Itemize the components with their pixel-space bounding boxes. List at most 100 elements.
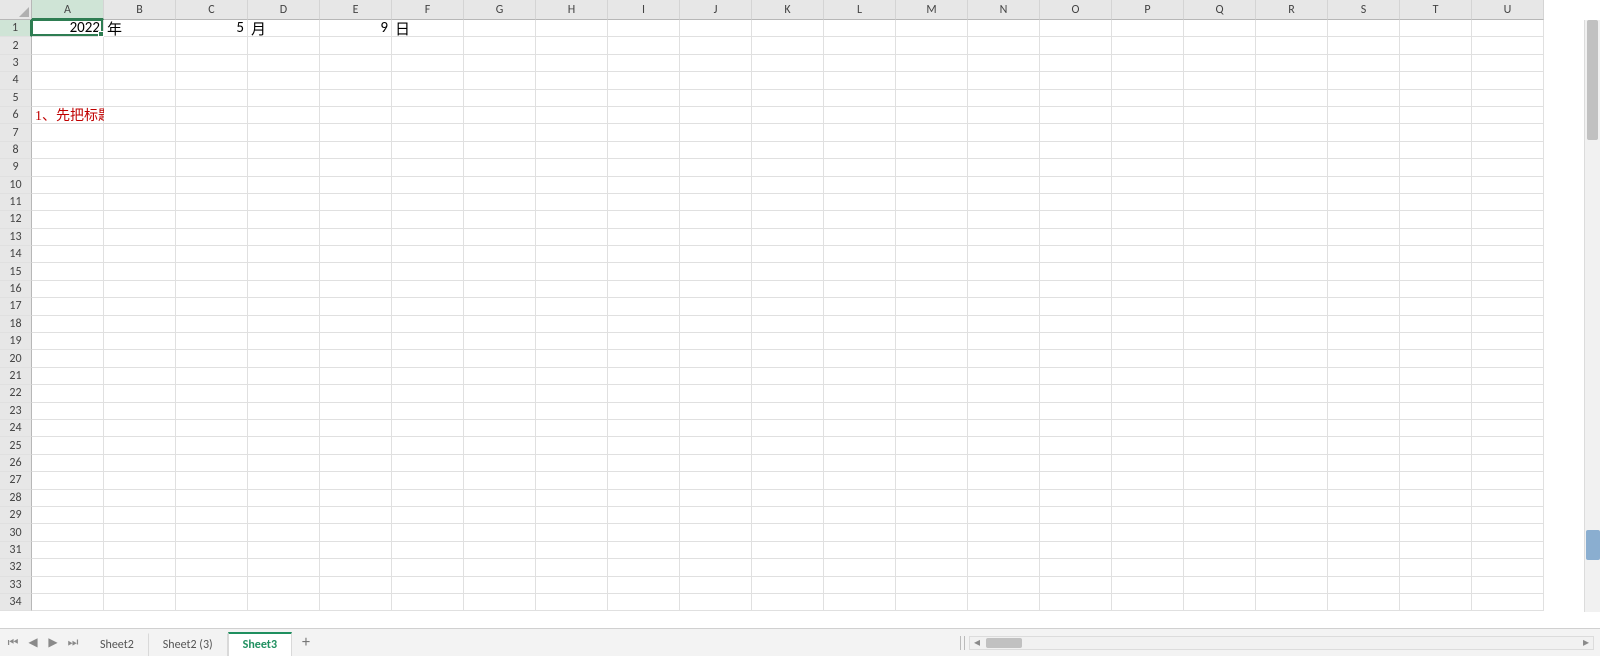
tab-nav-prev[interactable]: ◀ bbox=[26, 636, 40, 650]
cell-I13[interactable] bbox=[608, 229, 680, 246]
cell-I20[interactable] bbox=[608, 350, 680, 367]
cell-T26[interactable] bbox=[1400, 455, 1472, 472]
cell-K26[interactable] bbox=[752, 455, 824, 472]
cell-M29[interactable] bbox=[896, 507, 968, 524]
cell-R13[interactable] bbox=[1256, 229, 1328, 246]
cell-E31[interactable] bbox=[320, 542, 392, 559]
cell-R25[interactable] bbox=[1256, 437, 1328, 454]
cell-E10[interactable] bbox=[320, 177, 392, 194]
cell-P22[interactable] bbox=[1112, 385, 1184, 402]
cell-J20[interactable] bbox=[680, 350, 752, 367]
row-header-33[interactable]: 33 bbox=[0, 577, 32, 594]
cell-R21[interactable] bbox=[1256, 368, 1328, 385]
cell-H4[interactable] bbox=[536, 72, 608, 89]
cell-U14[interactable] bbox=[1472, 246, 1544, 263]
cell-U26[interactable] bbox=[1472, 455, 1544, 472]
cell-C32[interactable] bbox=[176, 559, 248, 576]
cell-H8[interactable] bbox=[536, 142, 608, 159]
cell-L15[interactable] bbox=[824, 263, 896, 280]
cell-S28[interactable] bbox=[1328, 490, 1400, 507]
cell-P30[interactable] bbox=[1112, 524, 1184, 541]
row-header-5[interactable]: 5 bbox=[0, 90, 32, 107]
cell-R28[interactable] bbox=[1256, 490, 1328, 507]
cell-A1[interactable]: 2022 bbox=[32, 20, 104, 37]
cell-Q30[interactable] bbox=[1184, 524, 1256, 541]
cell-B28[interactable] bbox=[104, 490, 176, 507]
cell-A27[interactable] bbox=[32, 472, 104, 489]
cell-F19[interactable] bbox=[392, 333, 464, 350]
cell-U25[interactable] bbox=[1472, 437, 1544, 454]
cell-R20[interactable] bbox=[1256, 350, 1328, 367]
cell-F4[interactable] bbox=[392, 72, 464, 89]
cell-P25[interactable] bbox=[1112, 437, 1184, 454]
row-header-1[interactable]: 1 bbox=[0, 20, 32, 37]
cell-M5[interactable] bbox=[896, 90, 968, 107]
cell-K31[interactable] bbox=[752, 542, 824, 559]
cell-Q34[interactable] bbox=[1184, 594, 1256, 611]
row-header-19[interactable]: 19 bbox=[0, 333, 32, 350]
cell-T21[interactable] bbox=[1400, 368, 1472, 385]
cell-F12[interactable] bbox=[392, 211, 464, 228]
cell-N32[interactable] bbox=[968, 559, 1040, 576]
cell-S16[interactable] bbox=[1328, 281, 1400, 298]
cell-K24[interactable] bbox=[752, 420, 824, 437]
cell-G28[interactable] bbox=[464, 490, 536, 507]
cell-D9[interactable] bbox=[248, 159, 320, 176]
cell-T33[interactable] bbox=[1400, 577, 1472, 594]
cell-L3[interactable] bbox=[824, 55, 896, 72]
cell-N2[interactable] bbox=[968, 37, 1040, 54]
cell-M25[interactable] bbox=[896, 437, 968, 454]
cell-L22[interactable] bbox=[824, 385, 896, 402]
row-header-24[interactable]: 24 bbox=[0, 420, 32, 437]
cell-N33[interactable] bbox=[968, 577, 1040, 594]
cell-M27[interactable] bbox=[896, 472, 968, 489]
cell-T2[interactable] bbox=[1400, 37, 1472, 54]
cell-S24[interactable] bbox=[1328, 420, 1400, 437]
cell-B1[interactable]: 年 bbox=[104, 20, 176, 37]
cell-D32[interactable] bbox=[248, 559, 320, 576]
column-header-K[interactable]: K bbox=[752, 0, 824, 20]
column-header-C[interactable]: C bbox=[176, 0, 248, 20]
cell-F11[interactable] bbox=[392, 194, 464, 211]
cell-E9[interactable] bbox=[320, 159, 392, 176]
cell-S32[interactable] bbox=[1328, 559, 1400, 576]
row-header-17[interactable]: 17 bbox=[0, 298, 32, 315]
cell-C20[interactable] bbox=[176, 350, 248, 367]
cell-N1[interactable] bbox=[968, 20, 1040, 37]
cell-O19[interactable] bbox=[1040, 333, 1112, 350]
cell-G13[interactable] bbox=[464, 229, 536, 246]
cell-D14[interactable] bbox=[248, 246, 320, 263]
cell-J23[interactable] bbox=[680, 403, 752, 420]
cell-U1[interactable] bbox=[1472, 20, 1544, 37]
cell-U21[interactable] bbox=[1472, 368, 1544, 385]
cell-P33[interactable] bbox=[1112, 577, 1184, 594]
cell-J17[interactable] bbox=[680, 298, 752, 315]
cell-Q19[interactable] bbox=[1184, 333, 1256, 350]
cell-C6[interactable] bbox=[176, 107, 248, 124]
cell-C11[interactable] bbox=[176, 194, 248, 211]
cell-Q18[interactable] bbox=[1184, 316, 1256, 333]
cell-S9[interactable] bbox=[1328, 159, 1400, 176]
column-header-U[interactable]: U bbox=[1472, 0, 1544, 20]
cell-I1[interactable] bbox=[608, 20, 680, 37]
cell-U7[interactable] bbox=[1472, 124, 1544, 141]
cell-C13[interactable] bbox=[176, 229, 248, 246]
sheet-tab-Sheet2-(3)[interactable]: Sheet2 (3) bbox=[149, 633, 228, 656]
cell-F25[interactable] bbox=[392, 437, 464, 454]
cell-L5[interactable] bbox=[824, 90, 896, 107]
cell-P18[interactable] bbox=[1112, 316, 1184, 333]
cell-H27[interactable] bbox=[536, 472, 608, 489]
cell-K10[interactable] bbox=[752, 177, 824, 194]
cell-L12[interactable] bbox=[824, 211, 896, 228]
cell-P6[interactable] bbox=[1112, 107, 1184, 124]
cell-U15[interactable] bbox=[1472, 263, 1544, 280]
cell-Q10[interactable] bbox=[1184, 177, 1256, 194]
column-header-E[interactable]: E bbox=[320, 0, 392, 20]
cell-K20[interactable] bbox=[752, 350, 824, 367]
cell-T19[interactable] bbox=[1400, 333, 1472, 350]
cell-P34[interactable] bbox=[1112, 594, 1184, 611]
cell-U4[interactable] bbox=[1472, 72, 1544, 89]
cell-B25[interactable] bbox=[104, 437, 176, 454]
cell-G23[interactable] bbox=[464, 403, 536, 420]
cell-F6[interactable] bbox=[392, 107, 464, 124]
